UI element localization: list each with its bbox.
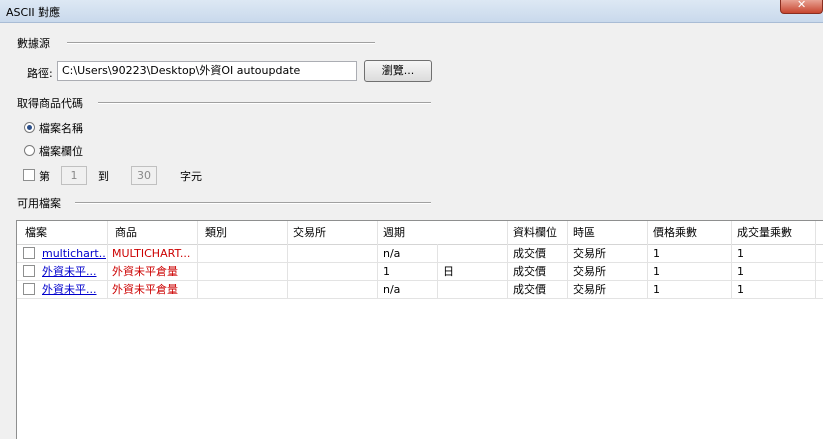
column-separator: [507, 221, 508, 298]
table-header: 檔案 商品 類別 交易所 週期 資料欄位 時區 價格乘數 成交量乘數: [17, 221, 823, 245]
row-checkbox[interactable]: [23, 283, 35, 295]
table-cell-timezone: 交易所: [573, 265, 606, 278]
filename-option-label[interactable]: 檔案名稱: [39, 120, 83, 136]
column-separator: [377, 221, 378, 298]
col-header-period[interactable]: 週期: [383, 221, 405, 244]
table-cell-volume-mult: 1: [737, 247, 744, 260]
table-cell-symbol: MULTICHART...: [112, 247, 191, 260]
table-cell-timezone: 交易所: [573, 283, 606, 296]
column-separator: [647, 221, 648, 298]
symbol-divider: [98, 102, 431, 104]
datasource-divider: [67, 42, 375, 44]
path-label: 路徑:: [27, 67, 53, 80]
table-cell-period-unit: 日: [443, 265, 454, 278]
row-checkbox[interactable]: [23, 247, 35, 259]
path-input[interactable]: C:\Users\90223\Desktop\外資OI autoupdate: [57, 61, 357, 81]
symbol-section-label: 取得商品代碼: [17, 97, 83, 110]
table-cell-file[interactable]: 外資未平...: [42, 263, 106, 281]
filename-radio[interactable]: [24, 122, 35, 133]
table-cell-data-field: 成交價: [513, 265, 546, 278]
range-from-input[interactable]: 1: [61, 166, 87, 185]
table-cell-symbol: 外資未平倉量: [112, 283, 178, 296]
window-title: ASCII 對應: [6, 6, 61, 19]
col-header-file[interactable]: 檔案: [25, 221, 47, 244]
char-range-checkbox[interactable]: [23, 169, 35, 181]
browse-button[interactable]: 瀏覽...: [364, 60, 432, 82]
col-header-exchange[interactable]: 交易所: [293, 221, 326, 244]
column-separator: [815, 221, 816, 298]
table-cell-price-mult: 1: [653, 265, 660, 278]
col-header-category[interactable]: 類別: [205, 221, 227, 244]
field-radio[interactable]: [24, 145, 35, 156]
column-separator: [731, 221, 732, 298]
range-suffix-label: 字元: [180, 170, 202, 183]
table-cell-file[interactable]: 外資未平...: [42, 281, 106, 299]
table-cell-volume-mult: 1: [737, 265, 744, 278]
row-checkbox[interactable]: [23, 265, 35, 277]
col-header-timezone[interactable]: 時區: [573, 221, 595, 244]
table-cell-symbol: 外資未平倉量: [112, 265, 178, 278]
col-header-price-mult[interactable]: 價格乘數: [653, 221, 697, 244]
files-section-label: 可用檔案: [17, 197, 61, 210]
range-prefix-label: 第: [39, 170, 50, 183]
files-divider: [75, 202, 431, 204]
table-cell-volume-mult: 1: [737, 283, 744, 296]
close-icon: ✕: [797, 0, 807, 11]
col-header-data-field[interactable]: 資料欄位: [513, 221, 557, 244]
table-cell-period: 1: [383, 265, 390, 278]
table-cell-period: n/a: [383, 247, 401, 260]
col-header-symbol[interactable]: 商品: [115, 221, 137, 244]
range-to-input[interactable]: 30: [131, 166, 157, 185]
table-cell-period: n/a: [383, 283, 401, 296]
column-separator: [437, 244, 438, 298]
files-table[interactable]: 檔案 商品 類別 交易所 週期 資料欄位 時區 價格乘數 成交量乘數 multi…: [16, 220, 823, 439]
table-cell-price-mult: 1: [653, 283, 660, 296]
table-cell-timezone: 交易所: [573, 247, 606, 260]
table-cell-price-mult: 1: [653, 247, 660, 260]
column-separator: [107, 221, 108, 298]
column-separator: [567, 221, 568, 298]
range-to-label: 到: [98, 170, 109, 183]
table-cell-data-field: 成交價: [513, 247, 546, 260]
table-cell-file[interactable]: multichart...: [42, 245, 106, 263]
field-option-label[interactable]: 檔案欄位: [39, 143, 83, 159]
title-bar: ASCII 對應 ✕: [0, 0, 823, 23]
column-separator: [287, 221, 288, 298]
table-cell-data-field: 成交價: [513, 283, 546, 296]
datasource-section-label: 數據源: [17, 37, 50, 50]
close-button[interactable]: ✕: [780, 0, 823, 14]
col-header-volume-mult[interactable]: 成交量乘數: [737, 221, 792, 244]
column-separator: [197, 221, 198, 298]
